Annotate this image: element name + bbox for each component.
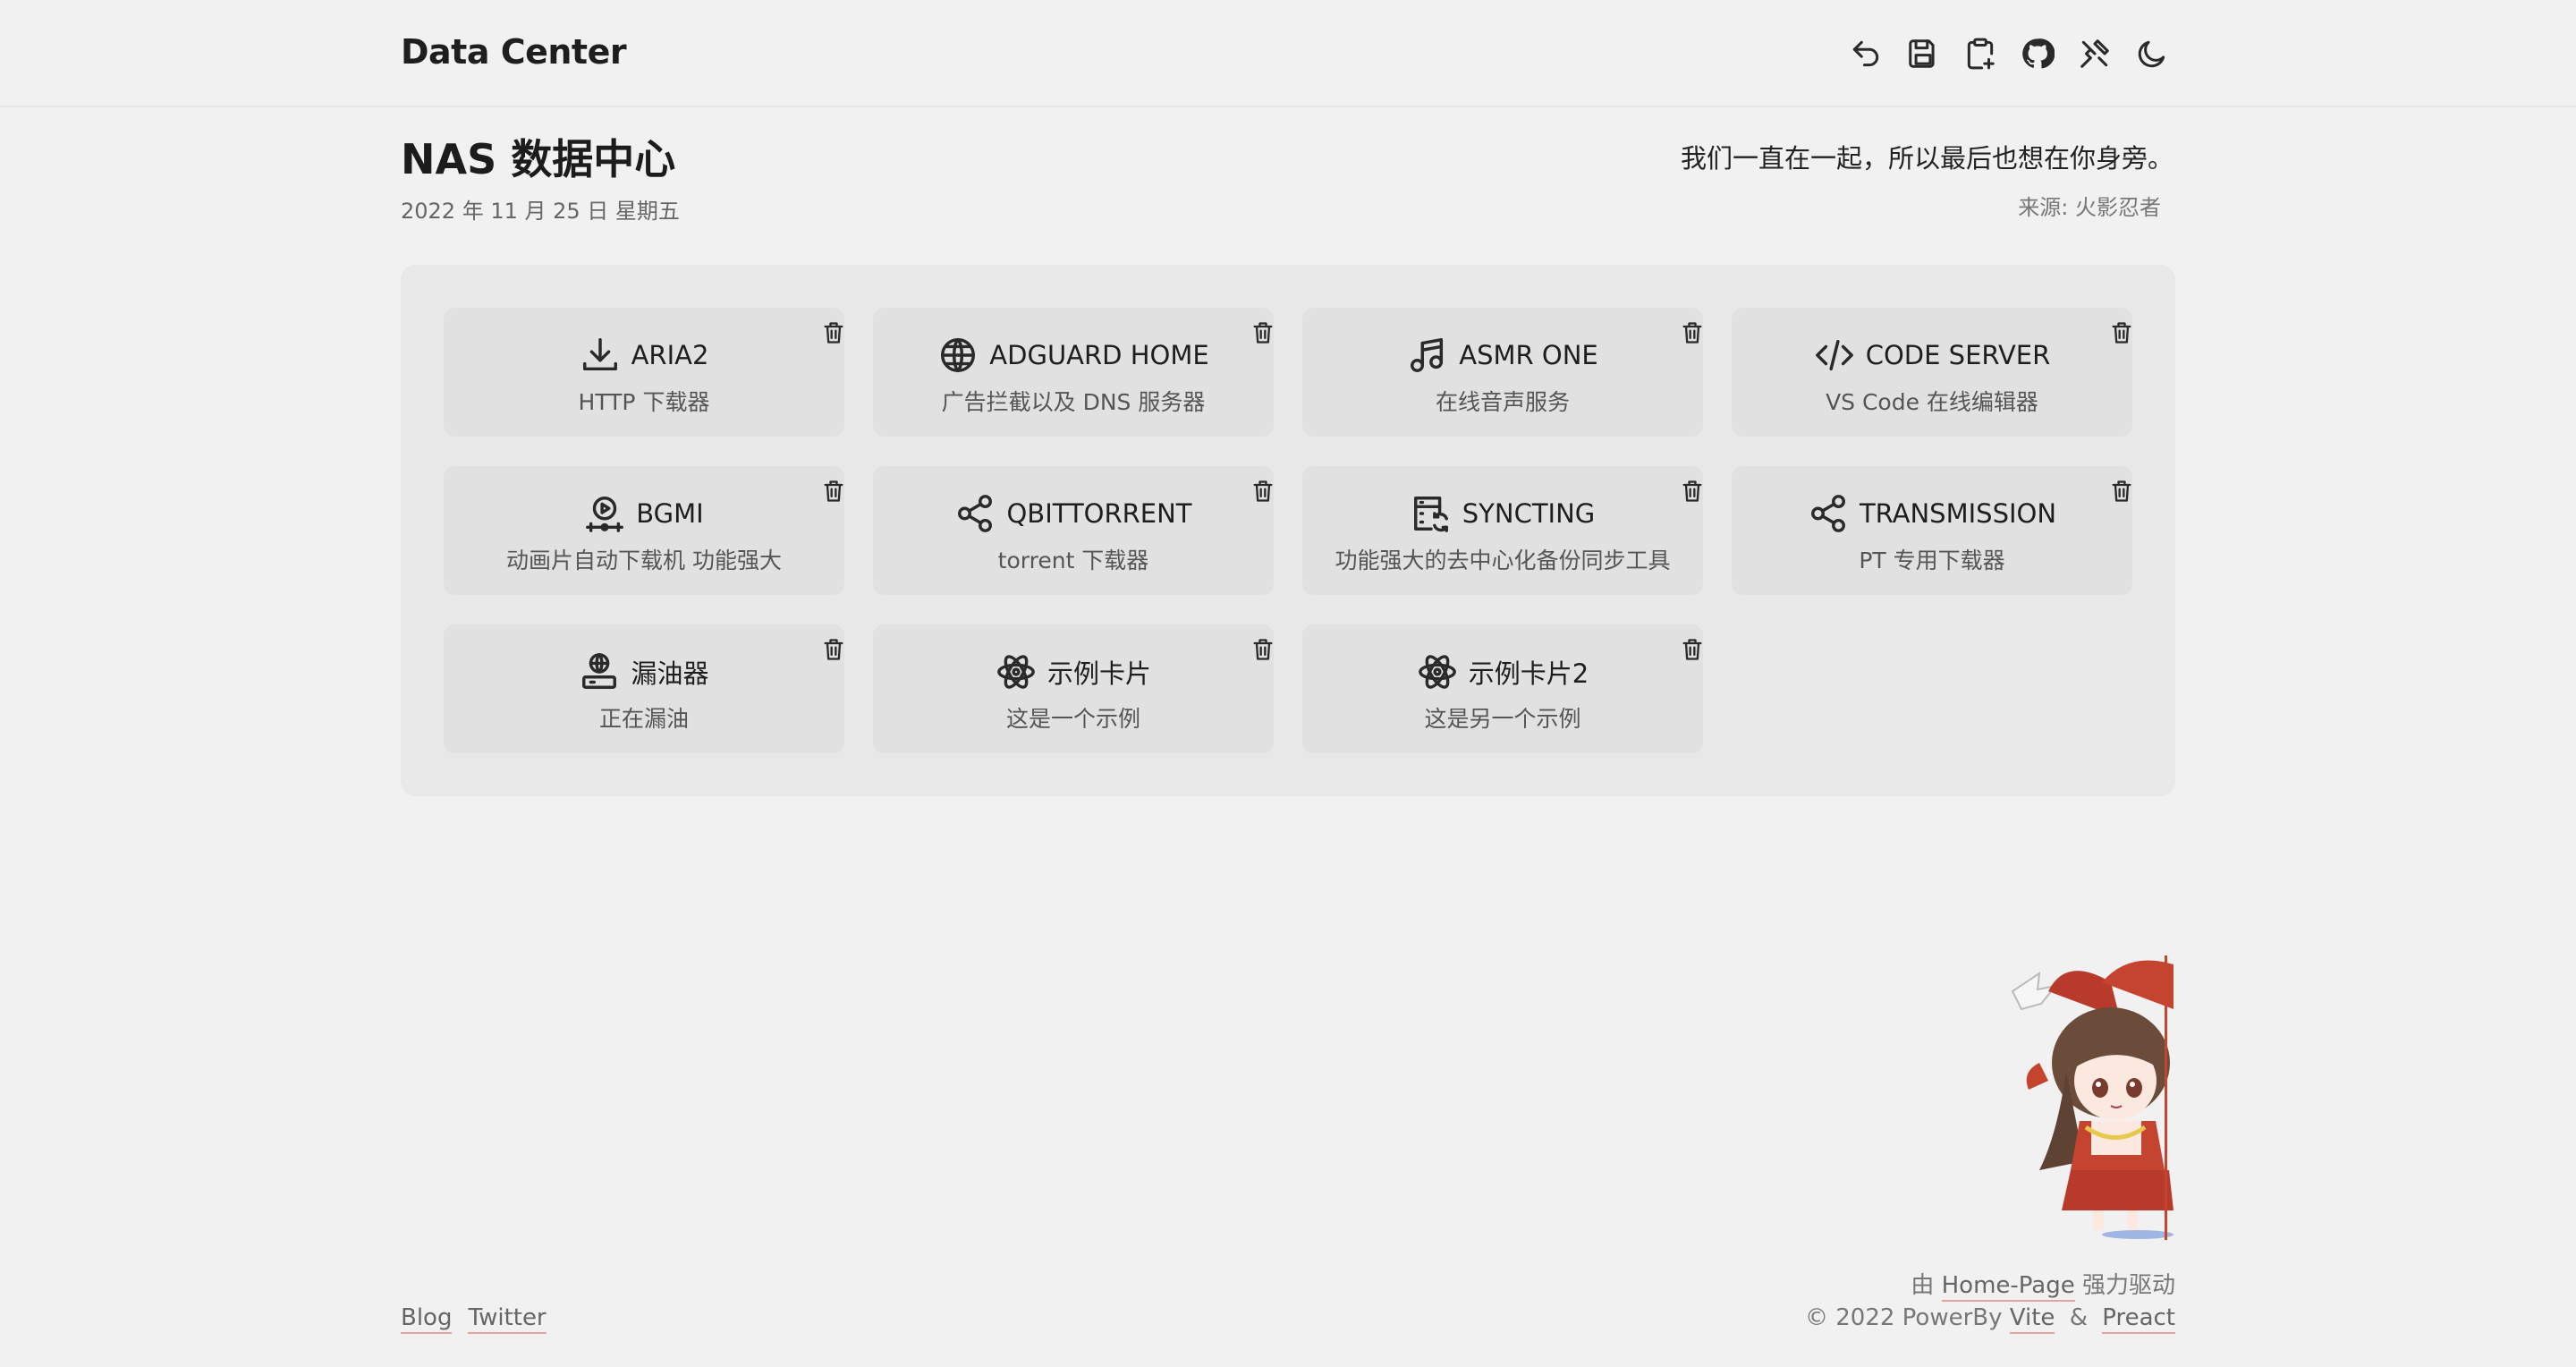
- delete-icon[interactable]: [1676, 475, 1708, 507]
- play-timeline-icon: [584, 493, 625, 534]
- save-icon[interactable]: [1903, 34, 1943, 73]
- delete-icon[interactable]: [2106, 317, 2138, 349]
- delete-icon[interactable]: [1247, 633, 1279, 666]
- home-page-link[interactable]: Home-Page: [1941, 1272, 2075, 1302]
- delete-icon[interactable]: [1676, 317, 1708, 349]
- card-description: torrent 下载器: [997, 548, 1149, 573]
- ampersand: &: [2069, 1304, 2088, 1331]
- card-title: CODE SERVER: [1865, 340, 2051, 370]
- card-title: QBITTORRENT: [1006, 498, 1192, 529]
- quote-text: 我们一直在一起，所以最后也想在你身旁。: [1680, 143, 2174, 174]
- download-icon: [580, 335, 621, 376]
- card-title: 漏油器: [631, 658, 709, 689]
- powered-prefix: 由: [1911, 1272, 1935, 1299]
- toolbar: [1846, 34, 2172, 73]
- footer-links: Blog Twitter: [401, 1304, 547, 1334]
- service-card[interactable]: SYNCTING 功能强大的去中心化备份同步工具: [1302, 466, 1703, 595]
- github-icon[interactable]: [2018, 34, 2057, 73]
- delete-icon[interactable]: [818, 475, 850, 507]
- service-card[interactable]: CODE SERVER VS Code 在线编辑器: [1732, 308, 2132, 437]
- tools-icon[interactable]: [2075, 34, 2114, 73]
- card-description: 在线音声服务: [1435, 389, 1570, 415]
- card-description: 这是另一个示例: [1424, 706, 1581, 732]
- page-title: NAS 数据中心: [401, 135, 676, 183]
- footer-link-blog[interactable]: Blog: [401, 1304, 453, 1334]
- card-title: ADGUARD HOME: [989, 340, 1209, 370]
- top-bar: Data Center: [0, 0, 2576, 107]
- atom-icon: [1417, 651, 1458, 692]
- service-card[interactable]: ASMR ONE 在线音声服务: [1302, 308, 1703, 437]
- footer-link-twitter[interactable]: Twitter: [468, 1304, 547, 1334]
- card-title: 示例卡片2: [1468, 658, 1589, 689]
- moon-icon[interactable]: [2132, 34, 2172, 73]
- card-description: 功能强大的去中心化备份同步工具: [1335, 548, 1671, 573]
- card-description: 这是一个示例: [1005, 706, 1140, 732]
- service-card[interactable]: ADGUARD HOME 广告拦截以及 DNS 服务器: [873, 308, 1274, 437]
- service-cards-panel: ARIA2 HTTP 下载器 ADGUARD HOME 广告拦截以及 DNS 服…: [401, 265, 2175, 796]
- music-note-icon: [1407, 335, 1448, 376]
- card-description: VS Code 在线编辑器: [1826, 389, 2038, 415]
- web-server-icon: [579, 651, 620, 692]
- delete-icon[interactable]: [818, 317, 850, 349]
- atom-icon: [996, 651, 1037, 692]
- card-title: TRANSMISSION: [1859, 498, 2057, 529]
- service-card[interactable]: QBITTORRENT torrent 下载器: [873, 466, 1274, 595]
- card-title: ASMR ONE: [1459, 340, 1598, 370]
- service-card[interactable]: ARIA2 HTTP 下载器: [444, 308, 844, 437]
- card-description: HTTP 下载器: [578, 389, 710, 415]
- brand-title[interactable]: Data Center: [401, 32, 627, 72]
- delete-icon[interactable]: [1247, 317, 1279, 349]
- vite-link[interactable]: Vite: [2009, 1304, 2055, 1334]
- delete-icon[interactable]: [1247, 475, 1279, 507]
- card-title: ARIA2: [631, 340, 709, 370]
- service-card[interactable]: 漏油器 正在漏油: [444, 624, 844, 753]
- delete-icon[interactable]: [2106, 475, 2138, 507]
- clipboard-plus-icon[interactable]: [1961, 34, 2000, 73]
- delete-icon[interactable]: [1676, 633, 1708, 666]
- delete-icon[interactable]: [818, 633, 850, 666]
- service-card[interactable]: 示例卡片 这是一个示例: [873, 624, 1274, 753]
- card-description: 动画片自动下载机 功能强大: [506, 548, 782, 573]
- server-sync-icon: [1411, 493, 1452, 534]
- card-title: BGMI: [636, 498, 704, 529]
- preact-link[interactable]: Preact: [2102, 1304, 2175, 1334]
- code-icon: [1814, 335, 1855, 376]
- share-icon: [954, 493, 996, 534]
- current-date: 2022 年 11 月 25 日 星期五: [401, 199, 680, 224]
- powered-suffix: 强力驱动: [2081, 1272, 2175, 1299]
- card-description: 广告拦截以及 DNS 服务器: [941, 389, 1206, 415]
- service-card[interactable]: TRANSMISSION PT 专用下载器: [1732, 466, 2132, 595]
- card-title: 示例卡片: [1046, 658, 1151, 689]
- card-description: 正在漏油: [598, 706, 689, 732]
- card-title: SYNCTING: [1462, 498, 1596, 529]
- undo-icon[interactable]: [1846, 34, 1885, 73]
- share-icon: [1808, 493, 1849, 534]
- globe-icon: [937, 335, 979, 376]
- mascot-illustration: [2011, 955, 2174, 1240]
- quote-source: 来源: 火影忍者: [2018, 195, 2161, 220]
- copyright-text: © 2022 PowerBy: [1804, 1304, 2003, 1331]
- card-description: PT 专用下载器: [1859, 548, 2005, 573]
- copyright-line: © 2022 PowerBy Vite & Preact: [1804, 1304, 2175, 1334]
- service-card[interactable]: 示例卡片2 这是另一个示例: [1302, 624, 1703, 753]
- powered-by-line: 由 Home-Page 强力驱动: [1911, 1267, 2175, 1302]
- service-card[interactable]: BGMI 动画片自动下载机 功能强大: [444, 466, 844, 595]
